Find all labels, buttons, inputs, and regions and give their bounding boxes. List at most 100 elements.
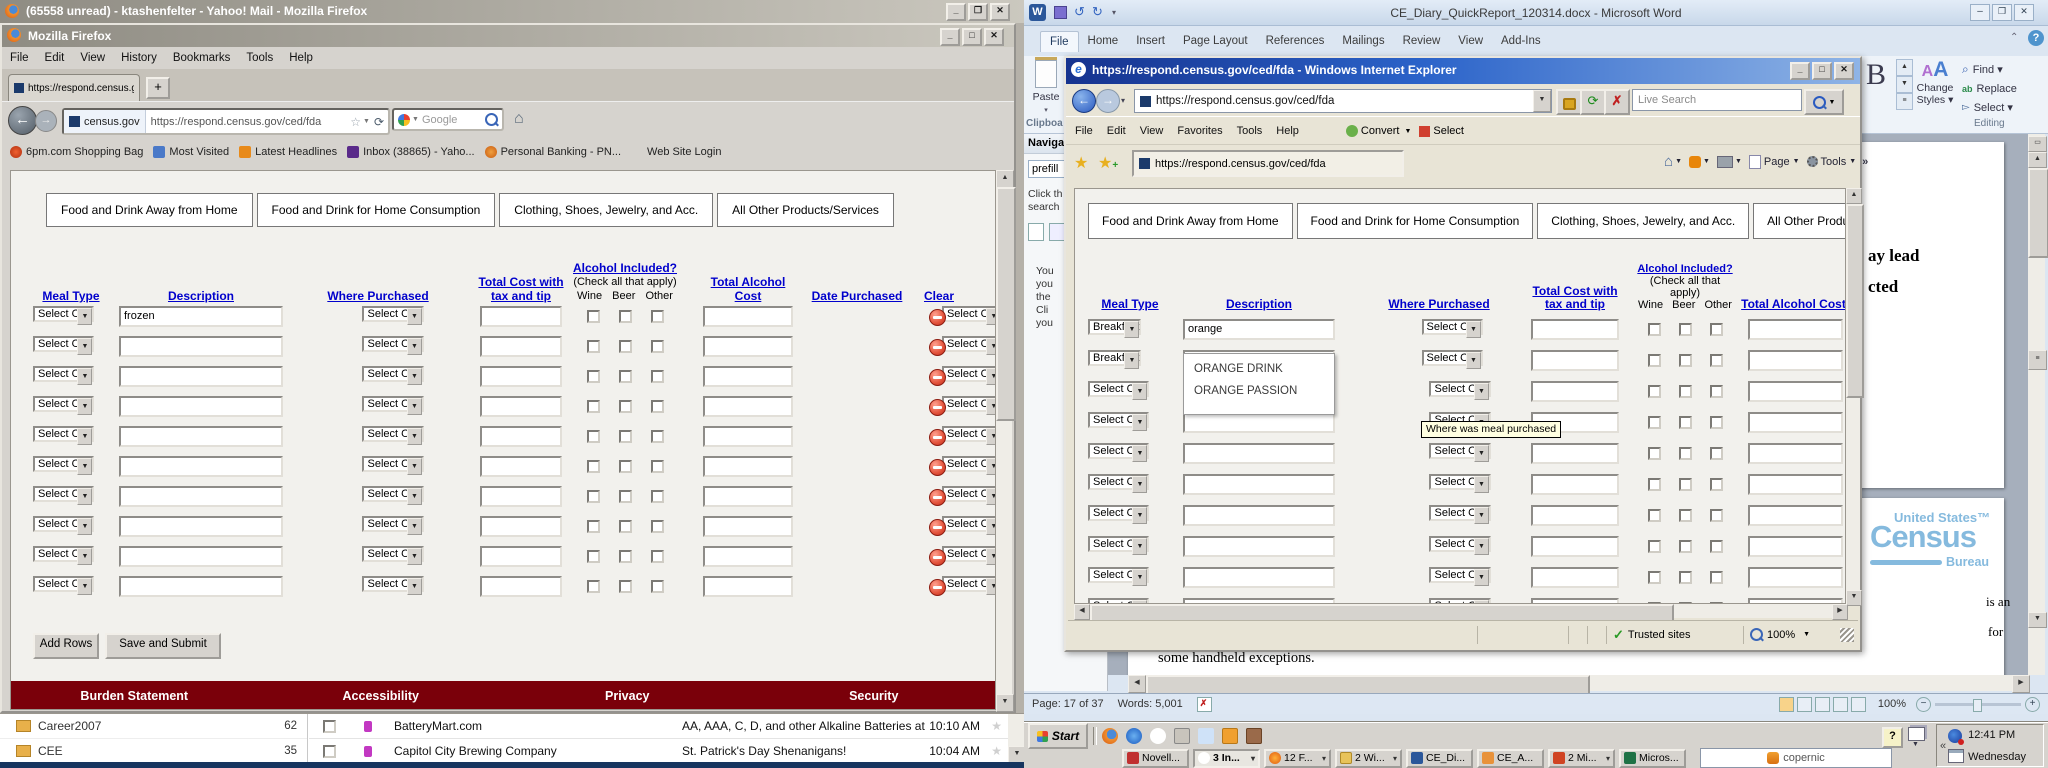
paste-button[interactable]: Paste ▾ (1028, 60, 1064, 116)
live-search-placeholder[interactable]: Live Search (1638, 94, 1696, 106)
cascade-dropdown-icon[interactable]: ▼ (1912, 741, 1919, 748)
menu-item[interactable]: File (1068, 125, 1100, 137)
close-button[interactable]: ✕ (2014, 4, 2034, 21)
ribbon-tab[interactable]: Insert (1127, 31, 1174, 51)
resize-grip[interactable] (1840, 628, 1854, 642)
where-purchased-select[interactable]: Select One (362, 546, 423, 562)
taskbar-window-button[interactable]: 3 In... (1193, 749, 1260, 768)
mail-scrollbar[interactable]: ▼ (1008, 714, 1024, 763)
zoom-in-icon[interactable]: + (2025, 697, 2040, 712)
menu-item[interactable]: View (1133, 125, 1171, 137)
beer-checkbox[interactable] (1679, 509, 1692, 522)
zoom-slider-handle[interactable] (1973, 699, 1982, 712)
ie-hscrollbar[interactable]: ◀ ▶ (1074, 604, 1846, 618)
beer-checkbox[interactable] (1679, 478, 1692, 491)
help-tray-icon[interactable]: ? (1882, 727, 1903, 748)
total-cost-input[interactable] (1531, 381, 1619, 402)
word-count[interactable]: Words: 5,001 (1118, 698, 1183, 710)
minimize-button[interactable]: ‒ (1970, 4, 1990, 21)
meal-type-select[interactable]: Select One (33, 336, 94, 352)
menu-item[interactable]: File (2, 52, 37, 64)
quick-launch-icon[interactable] (1246, 728, 1262, 744)
quick-launch-icon[interactable] (1102, 728, 1118, 744)
other-checkbox[interactable] (1710, 540, 1723, 553)
nav-tab-headings-icon[interactable] (1049, 223, 1065, 241)
footer-link[interactable]: Accessibility (258, 689, 505, 703)
col-description[interactable]: Description (119, 289, 283, 303)
footer-link[interactable]: Privacy (504, 689, 751, 703)
folder-row[interactable]: Career2007 62 (0, 714, 307, 739)
description-input[interactable] (1183, 536, 1335, 557)
alcohol-cost-input[interactable] (703, 456, 793, 477)
alcohol-cost-input[interactable] (1748, 567, 1843, 588)
wine-checkbox[interactable] (587, 460, 600, 473)
where-purchased-select[interactable]: Select One (362, 426, 423, 442)
wine-checkbox[interactable] (587, 370, 600, 383)
beer-checkbox[interactable] (619, 370, 632, 383)
meal-type-select[interactable]: Select One (33, 576, 94, 592)
col-description[interactable]: Description (1183, 297, 1335, 311)
beer-checkbox[interactable] (619, 550, 632, 563)
scroll-thumb[interactable] (1846, 204, 1864, 398)
menu-item[interactable]: Help (281, 52, 321, 64)
zoom-level[interactable]: 100% (1878, 698, 1906, 710)
meal-type-select[interactable]: Select One (33, 396, 94, 412)
browser-tab[interactable]: https://respond.census.gov/ced/fda (8, 74, 140, 101)
minimize-button[interactable]: _ (1790, 62, 1810, 80)
total-cost-input[interactable] (1531, 443, 1619, 464)
col-total-cost[interactable]: Total Cost with tax and tip (470, 275, 572, 303)
col-where-purchased[interactable]: Where Purchased (1365, 297, 1513, 311)
clear-row-button[interactable] (929, 309, 946, 326)
autocomplete-option[interactable]: ORANGE PASSION (1184, 380, 1334, 402)
date-purchased-select[interactable]: Select One (942, 576, 996, 592)
beer-checkbox[interactable] (619, 460, 632, 473)
wine-checkbox[interactable] (1648, 323, 1661, 336)
styles-scroll-up-icon[interactable]: ▲ (1896, 59, 1913, 76)
alcohol-cost-input[interactable] (703, 396, 793, 417)
menu-item[interactable]: View (72, 52, 113, 64)
col-meal-type[interactable]: Meal Type (33, 289, 109, 303)
description-input[interactable] (119, 516, 283, 537)
beer-checkbox[interactable] (619, 520, 632, 533)
beer-checkbox[interactable] (619, 400, 632, 413)
where-purchased-select[interactable]: Select One (1429, 474, 1490, 490)
form-tab[interactable]: Clothing, Shoes, Jewelry, and Acc. (499, 193, 713, 227)
where-purchased-select[interactable]: Select One (362, 456, 423, 472)
description-input[interactable] (1183, 505, 1335, 526)
description-input[interactable] (119, 426, 283, 447)
word-titlebar[interactable]: W ↺ ↻ ▾ CE_Diary_QuickReport_120314.docx… (1024, 0, 2048, 26)
spellcheck-icon[interactable]: ✗ (1197, 697, 1212, 712)
start-button[interactable]: Start (1028, 723, 1088, 749)
home-icon[interactable]: ⌂ (514, 110, 524, 128)
scroll-down-icon[interactable]: ▼ (996, 694, 1014, 712)
other-checkbox[interactable] (651, 550, 664, 563)
beer-checkbox[interactable] (619, 490, 632, 503)
wine-checkbox[interactable] (587, 490, 600, 503)
total-cost-input[interactable] (480, 486, 562, 507)
wine-checkbox[interactable] (1648, 385, 1661, 398)
bookmark-item[interactable]: Most Visited (153, 146, 229, 158)
maximize-button[interactable]: □ (962, 28, 982, 46)
total-cost-input[interactable] (480, 576, 562, 597)
beer-checkbox[interactable] (1679, 447, 1692, 460)
address-field[interactable]: https://respond.census.gov/ced/fda ▼ (1134, 89, 1552, 113)
description-input[interactable] (119, 366, 283, 387)
beer-checkbox[interactable] (619, 310, 632, 323)
date-purchased-select[interactable]: Select One (942, 396, 996, 412)
email-star-icon[interactable]: ★ (991, 719, 1002, 733)
taskbar-window-button[interactable]: 2 Mi... (1548, 749, 1615, 768)
search-placeholder[interactable]: Google (422, 114, 485, 126)
reload-icon[interactable]: ⟳ (374, 115, 384, 129)
taskbar-window-button[interactable]: Novell... (1122, 749, 1189, 768)
tray-app-icon[interactable] (1948, 729, 1962, 743)
paste-dropdown-icon[interactable]: ▾ (1044, 107, 1048, 114)
other-checkbox[interactable] (651, 520, 664, 533)
meal-type-select[interactable]: Select One (33, 546, 94, 562)
menu-item[interactable]: Tools (1230, 125, 1270, 137)
back-button[interactable]: ← (8, 106, 37, 135)
beer-checkbox[interactable] (1679, 385, 1692, 398)
other-checkbox[interactable] (1710, 447, 1723, 460)
wine-checkbox[interactable] (1648, 571, 1661, 584)
select-button[interactable]: ▻Select ▾ (1962, 98, 2017, 117)
scroll-thumb[interactable] (996, 187, 1016, 421)
